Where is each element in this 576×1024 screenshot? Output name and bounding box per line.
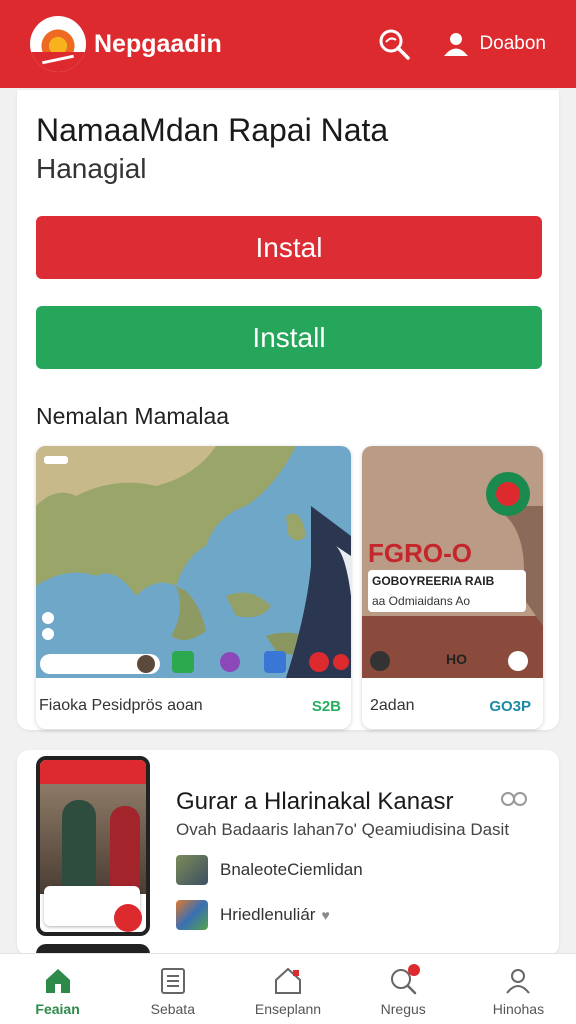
app-subtitle: Hanagial — [36, 153, 147, 184]
nav-label: Sebata — [150, 1001, 195, 1017]
developer-thumbnail — [176, 900, 208, 930]
promo-badge: HO — [446, 651, 467, 667]
share-icon[interactable] — [499, 786, 531, 812]
nav-item-store[interactable]: Enseplann — [230, 954, 345, 1024]
search-icon[interactable] — [377, 27, 411, 61]
home-icon — [45, 969, 70, 993]
nav-item-list[interactable]: Sebata — [115, 954, 230, 1024]
related-description: Ovah Badaaris lahan7o' Qeamiudisina Dasi… — [176, 820, 510, 839]
app-header: Nepgaadin Doabon — [0, 0, 576, 88]
promo-line-1: GOBOYREERIA RAIB — [372, 574, 495, 588]
app-detail-card: NamaaMdan Rapai Nata Hanagial Instal Ins… — [17, 90, 559, 730]
sun-logo-icon[interactable] — [30, 16, 86, 72]
notification-badge-icon — [407, 964, 420, 976]
developer-label: Hriedlenuliár — [220, 905, 316, 924]
screenshot-caption: 2adan — [370, 697, 415, 714]
related-app-card[interactable]: Gurar a Hlarinakal Kanasr Ovah Badaaris … — [17, 750, 559, 956]
brand-name: Nepgaadin — [94, 29, 222, 58]
screenshots-heading: Nemalan Mamalaa — [36, 403, 230, 429]
store-icon — [275, 967, 301, 994]
install-button-red[interactable]: Instal — [36, 216, 542, 279]
developer-row[interactable]: Hriedlenuliár ♥ — [176, 900, 330, 930]
list-icon — [160, 968, 185, 994]
verified-icon: ♥ — [321, 907, 330, 923]
related-title: Gurar a Hlarinakal Kanasr — [176, 788, 454, 815]
header-actions: Doabon — [377, 27, 546, 61]
nav-label: Feaian — [35, 1001, 80, 1017]
profile-icon — [506, 969, 531, 994]
promo-line-2: aa Odmiaidans Ao — [372, 594, 471, 608]
nav-label: Hinohas — [492, 1001, 545, 1017]
nav-label: Nregus — [380, 1001, 426, 1017]
app-title: NamaaMdan Rapai Nata — [36, 112, 389, 148]
nav-item-home[interactable]: Feaian — [0, 954, 115, 1024]
screenshot-caption: Fiaoka Pesidprös aoan — [39, 697, 203, 714]
screenshot-map[interactable]: Fiaoka Pesidprös aoan S2B — [36, 446, 351, 729]
user-label: Doabon — [479, 33, 546, 54]
screenshot-promo[interactable]: FGRO-O GOBOYREERIA RAIB aa Odmiaidans Ao… — [362, 446, 543, 729]
screenshot-meta: GO3P — [489, 698, 531, 715]
developer-thumbnail — [176, 855, 208, 885]
nav-item-search[interactable]: Nregus — [346, 954, 461, 1024]
developer-label: BnaleoteCiemlidan — [220, 860, 363, 879]
user-account-button[interactable]: Doabon — [441, 29, 546, 59]
promo-big-text: FGRO-O — [368, 538, 472, 568]
user-icon — [444, 33, 469, 56]
map-image — [36, 446, 351, 678]
nav-item-profile[interactable]: Hinohas — [461, 954, 576, 1024]
bottom-nav: Feaian Sebata Enseplann Nregus Hinohas — [0, 953, 576, 1024]
developer-row[interactable]: BnaleoteCiemlidan — [176, 855, 363, 885]
install-button-green[interactable]: Install — [36, 306, 542, 369]
nav-label: Enseplann — [254, 1001, 322, 1017]
screenshot-meta: S2B — [311, 698, 341, 715]
phone-preview-image — [36, 756, 150, 936]
